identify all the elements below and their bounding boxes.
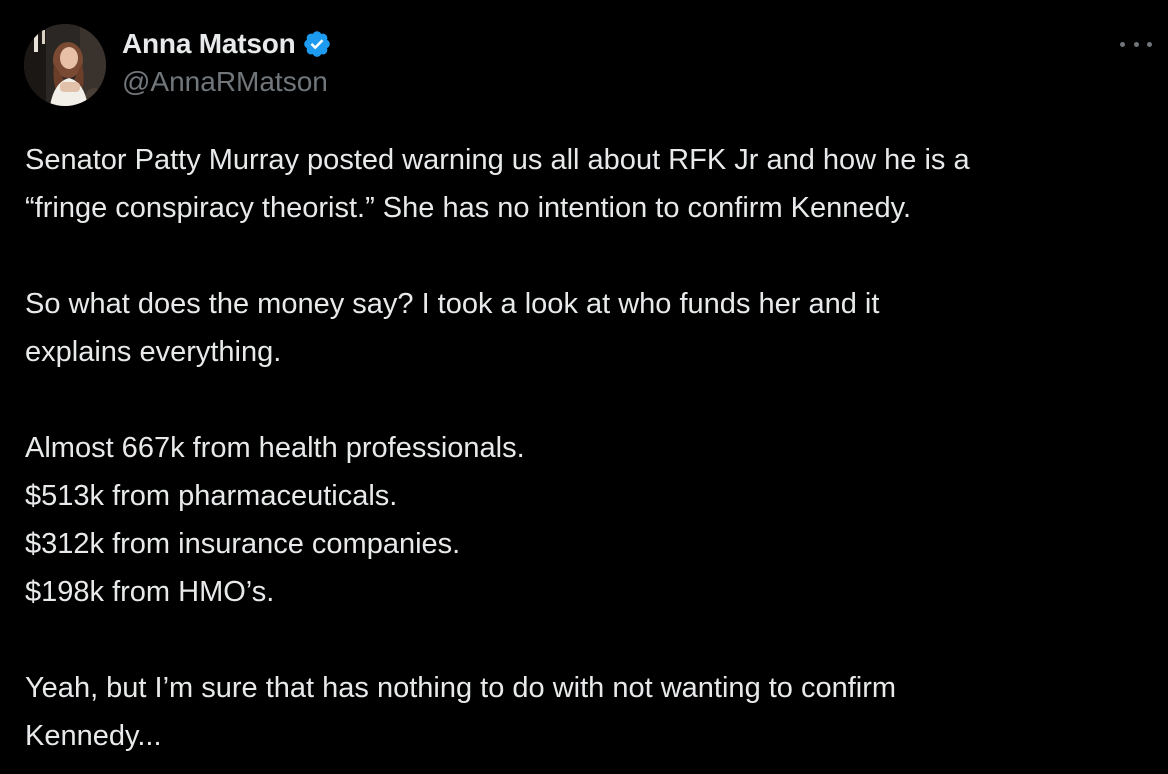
tweet-card: Anna Matson @AnnaRMatson Senator Patty M… [0,0,1168,774]
avatar-photo [24,24,106,106]
author-handle[interactable]: @AnnaRMatson [122,66,328,98]
tweet-paragraph: Senator Patty Murray posted warning us a… [25,144,970,224]
tweet-paragraph: So what does the money say? I took a loo… [25,288,880,368]
tweet-text: Senator Patty Murray posted warning us a… [25,136,1155,760]
author-name[interactable]: Anna Matson [122,28,296,60]
avatar[interactable] [24,24,106,106]
author-name-row: Anna Matson [122,26,332,62]
verified-badge-icon[interactable] [302,29,332,59]
tweet-paragraph: Yeah, but I’m sure that has nothing to d… [25,672,897,752]
more-dot [1147,41,1152,47]
tweet-paragraph: Almost 667k from health professionals. $… [25,432,525,608]
more-dot [1120,41,1125,47]
more-options-icon[interactable] [1120,36,1152,52]
more-dot [1133,41,1139,47]
